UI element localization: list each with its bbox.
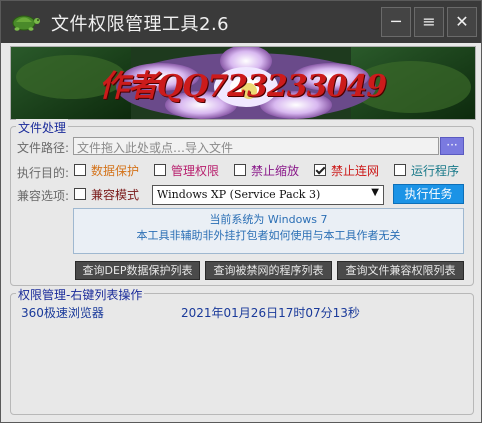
disable-scaling-checkbox[interactable]	[234, 164, 246, 176]
list-item[interactable]: 360极速浏览器 2021年01月26日17时07分13秒	[13, 301, 471, 320]
system-info-line1: 当前系统为 Windows 7	[209, 213, 328, 226]
query-compat-button[interactable]: 查询文件兼容权限列表	[337, 261, 464, 280]
block-network-label[interactable]: 禁止连网	[331, 162, 379, 179]
system-info-box: 当前系统为 Windows 7 本工具非辅助非外挂打包者如何使用与本工具作者无关	[73, 208, 464, 254]
path-label: 文件路径:	[17, 141, 70, 155]
turtle-icon	[12, 15, 40, 31]
admin-rights-checkbox[interactable]	[154, 164, 166, 176]
block-network-checkbox[interactable]	[314, 164, 326, 176]
author-banner: 作者QQ723233049	[10, 46, 476, 120]
query-dep-button[interactable]: 查询DEP数据保护列表	[75, 261, 200, 280]
admin-rights-label[interactable]: 管理权限	[171, 162, 219, 179]
run-program-label[interactable]: 运行程序	[411, 162, 459, 179]
execute-task-button[interactable]: 执行任务	[393, 184, 464, 204]
compat-mode-label[interactable]: 兼容模式	[91, 186, 139, 203]
run-program-checkbox[interactable]	[394, 164, 406, 176]
file-processing-title: 文件处理	[16, 119, 69, 136]
purpose-label: 执行目的:	[17, 166, 70, 180]
file-path-input[interactable]: 文件拖入此处或点…导入文件	[73, 137, 439, 155]
menu-button[interactable]: ≡	[414, 7, 444, 37]
compat-label: 兼容选项:	[17, 189, 70, 203]
data-protect-checkbox[interactable]	[74, 164, 86, 176]
compat-version-select[interactable]: Windows XP (Service Pack 3) ▼	[152, 185, 384, 205]
minimize-button[interactable]: ─	[381, 7, 411, 37]
data-protect-label[interactable]: 数据保护	[91, 162, 139, 179]
program-time: 2021年01月26日17时07分13秒	[181, 306, 360, 320]
window-title: 文件权限管理工具2.6	[51, 14, 230, 35]
program-name: 360极速浏览器	[21, 306, 104, 320]
compat-version-value: Windows XP (Service Pack 3)	[157, 188, 321, 201]
chevron-down-icon: ▼	[371, 187, 379, 198]
disable-scaling-label[interactable]: 禁止缩放	[251, 162, 299, 179]
app-window: 文件权限管理工具2.6 ─ ≡ ✕ 作者QQ723233049 文件处理 文件路…	[0, 0, 482, 423]
title-bar[interactable]: 文件权限管理工具2.6 ─ ≡ ✕	[1, 1, 481, 43]
system-info-line2: 本工具非辅助非外挂打包者如何使用与本工具作者无关	[136, 229, 401, 242]
banner-author-text: 作者QQ723233049	[99, 69, 387, 104]
query-blocked-button[interactable]: 查询被禁网的程序列表	[205, 261, 332, 280]
compat-mode-checkbox[interactable]	[74, 188, 86, 200]
permission-list[interactable]: 360极速浏览器 2021年01月26日17时07分13秒	[13, 301, 471, 411]
browse-button[interactable]: ···	[440, 137, 464, 155]
close-button[interactable]: ✕	[447, 7, 477, 37]
